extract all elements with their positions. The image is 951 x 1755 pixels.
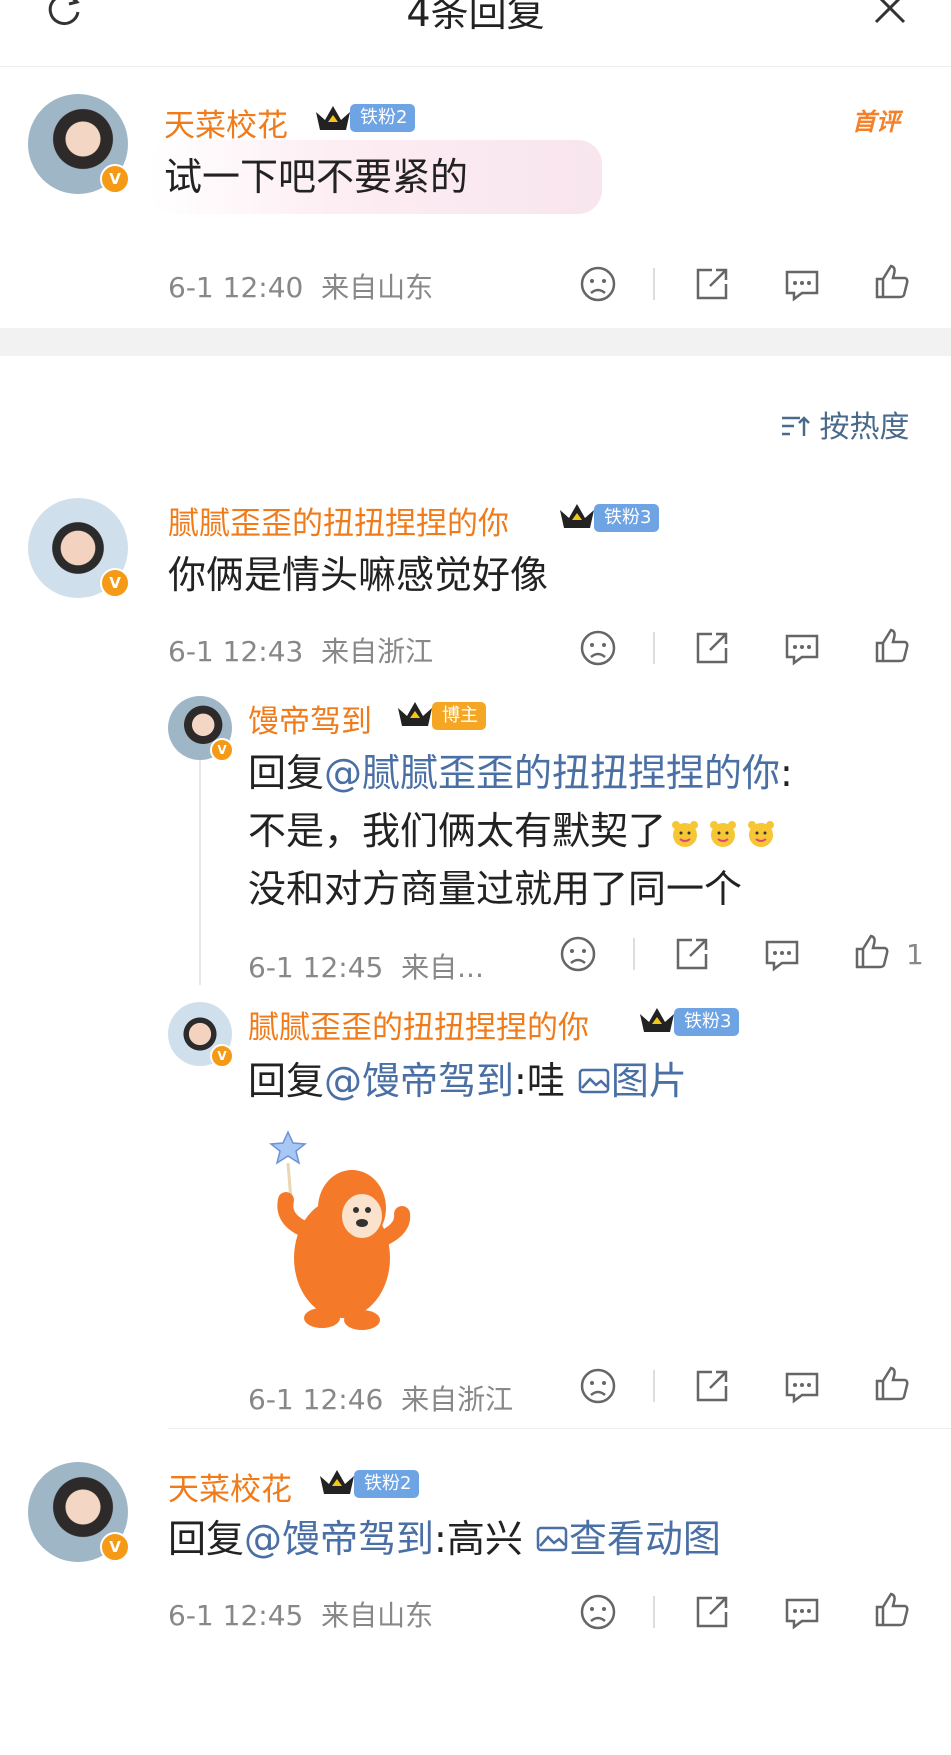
close-icon[interactable] bbox=[868, 0, 912, 30]
location: 来自浙江 bbox=[321, 635, 434, 668]
fan-badge: 铁粉3 bbox=[594, 504, 660, 532]
bear-emoji-icon bbox=[672, 820, 699, 847]
first-comment-badge: 首评 bbox=[852, 108, 900, 136]
like-icon[interactable] bbox=[872, 1364, 912, 1404]
sort-label: 按热度 bbox=[819, 410, 910, 445]
location: 来自山东 bbox=[321, 1599, 434, 1632]
reply-line3: 没和对方商量过就用了同一个 bbox=[248, 867, 743, 911]
share-icon[interactable] bbox=[692, 264, 732, 304]
bear-emoji-icon bbox=[710, 820, 737, 847]
crown-icon bbox=[398, 702, 432, 726]
share-icon[interactable] bbox=[672, 934, 712, 974]
fan-badge: 铁粉2 bbox=[350, 104, 416, 132]
reply-colon: : bbox=[780, 751, 793, 795]
reply-prefix: 回复 bbox=[248, 1059, 325, 1103]
reply-prefix: 回复 bbox=[168, 1517, 245, 1561]
header: 4条回复 bbox=[0, 0, 951, 67]
reply-line2: 不是，我们俩太有默契了 bbox=[248, 809, 667, 853]
monkey-sticker-image[interactable] bbox=[262, 1128, 422, 1338]
crown-icon bbox=[640, 1008, 674, 1032]
username[interactable]: 天菜校花 bbox=[168, 1464, 292, 1509]
share-icon[interactable] bbox=[692, 628, 732, 668]
time: 6-1 12:45 bbox=[248, 951, 384, 984]
verified-icon: V bbox=[100, 1532, 130, 1562]
username[interactable]: 腻腻歪歪的扭扭捏捏的你 bbox=[168, 498, 509, 543]
username[interactable]: 腻腻歪歪的扭扭捏捏的你 bbox=[248, 1002, 589, 1047]
dislike-icon[interactable] bbox=[578, 1592, 618, 1632]
gif-link[interactable]: 查看动图 bbox=[535, 1517, 721, 1561]
fan-badge: 铁粉2 bbox=[354, 1470, 420, 1498]
section-divider bbox=[0, 328, 951, 356]
divider bbox=[653, 632, 655, 664]
comment-time: 6-1 12:46 来自浙江 bbox=[248, 1378, 513, 1418]
comment-time: 6-1 12:43 来自浙江 bbox=[168, 630, 433, 670]
divider bbox=[653, 268, 655, 300]
like-icon[interactable] bbox=[852, 932, 892, 972]
verified-icon: V bbox=[100, 164, 130, 194]
reply-prefix: 回复 bbox=[248, 751, 325, 795]
reply-after: :哇 bbox=[514, 1059, 577, 1103]
comment-icon[interactable] bbox=[782, 1592, 822, 1632]
location: 来自... bbox=[401, 951, 484, 984]
comment-text: 你俩是情头嘛感觉好像 bbox=[168, 553, 549, 597]
sort-button[interactable]: 按热度 bbox=[780, 402, 910, 446]
share-icon[interactable] bbox=[692, 1366, 732, 1406]
share-icon[interactable] bbox=[692, 1592, 732, 1632]
like-icon[interactable] bbox=[872, 262, 912, 302]
comment-time: 6-1 12:45 来自山东 bbox=[168, 1594, 433, 1634]
gif-link-label: 查看动图 bbox=[568, 1517, 721, 1561]
time: 6-1 12:40 bbox=[168, 271, 304, 304]
verified-icon: V bbox=[100, 568, 130, 598]
thread-line bbox=[199, 745, 201, 985]
comment-icon[interactable] bbox=[782, 1366, 822, 1406]
verified-icon: V bbox=[210, 1044, 234, 1068]
time: 6-1 12:43 bbox=[168, 635, 304, 668]
like-icon[interactable] bbox=[872, 626, 912, 666]
page-title: 4条回复 bbox=[406, 0, 545, 35]
crown-icon bbox=[560, 504, 594, 528]
verified-icon: V bbox=[210, 738, 234, 762]
like-icon[interactable] bbox=[872, 1590, 912, 1630]
like-count: 1 bbox=[906, 938, 924, 971]
location: 来自浙江 bbox=[401, 1383, 514, 1416]
username[interactable]: 馒帝驾到 bbox=[248, 696, 372, 741]
mention-link[interactable]: @腻腻歪歪的扭扭捏捏的你 bbox=[324, 751, 780, 795]
comment-icon[interactable] bbox=[762, 934, 802, 974]
dislike-icon[interactable] bbox=[578, 1366, 618, 1406]
comment-time: 6-1 12:45 来自... bbox=[248, 946, 484, 986]
dislike-icon[interactable] bbox=[578, 628, 618, 668]
image-icon bbox=[578, 1068, 610, 1094]
comment-icon[interactable] bbox=[782, 628, 822, 668]
image-link-label: 图片 bbox=[610, 1059, 687, 1103]
reply-text: 回复@馒帝驾到:哇 图片 bbox=[248, 1052, 687, 1110]
reply-after: :高兴 bbox=[434, 1517, 535, 1561]
image-link[interactable]: 图片 bbox=[577, 1059, 687, 1103]
dislike-icon[interactable] bbox=[578, 264, 618, 304]
comment-icon[interactable] bbox=[782, 264, 822, 304]
image-icon bbox=[536, 1526, 568, 1552]
comment-text: 试一下吧不要紧的 bbox=[164, 155, 469, 199]
divider bbox=[633, 938, 635, 970]
blogger-badge: 博主 bbox=[432, 702, 486, 730]
divider bbox=[653, 1596, 655, 1628]
crown-icon bbox=[316, 106, 350, 130]
reply-text-line: 不是，我们俩太有默契了 bbox=[248, 802, 780, 860]
sort-icon bbox=[782, 416, 810, 436]
mention-link[interactable]: @馒帝驾到 bbox=[324, 1059, 514, 1103]
mention-link[interactable]: @馒帝驾到 bbox=[244, 1517, 434, 1561]
row-divider bbox=[168, 1428, 951, 1429]
time: 6-1 12:45 bbox=[168, 1599, 304, 1632]
time: 6-1 12:46 bbox=[248, 1383, 384, 1416]
divider bbox=[653, 1370, 655, 1402]
username[interactable]: 天菜校花 bbox=[164, 100, 288, 145]
comment-time: 6-1 12:40 来自山东 bbox=[168, 266, 433, 306]
reply-text: 回复@馒帝驾到:高兴 查看动图 bbox=[168, 1510, 721, 1568]
reply-text: 回复@腻腻歪歪的扭扭捏捏的你: bbox=[248, 744, 793, 802]
fan-badge: 铁粉3 bbox=[674, 1008, 740, 1036]
crown-icon bbox=[320, 1470, 354, 1494]
location: 来自山东 bbox=[321, 271, 434, 304]
dislike-icon[interactable] bbox=[558, 934, 598, 974]
bear-emoji-icon bbox=[748, 820, 775, 847]
